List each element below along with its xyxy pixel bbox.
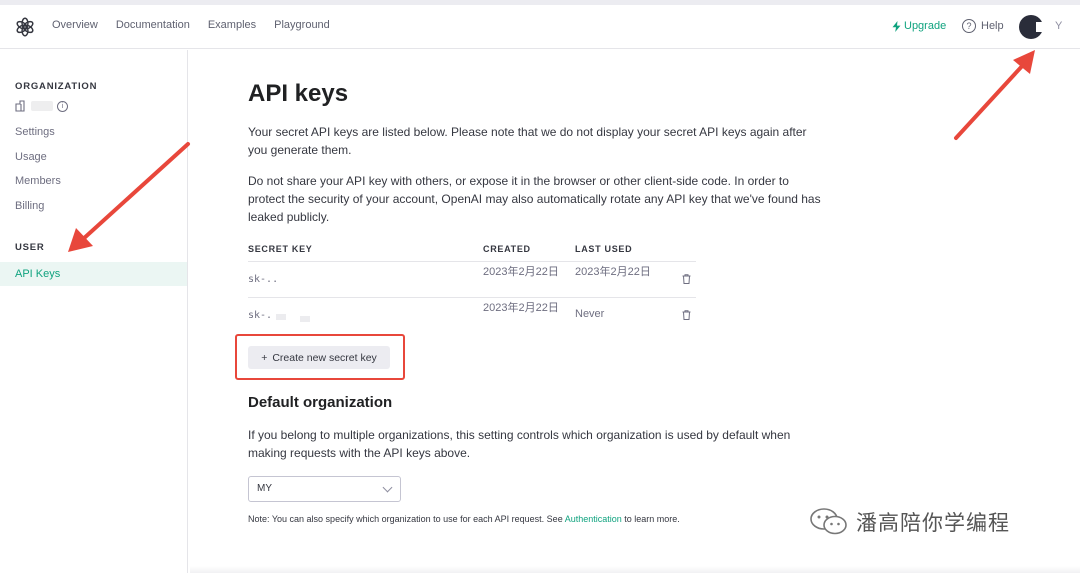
last-used-date: 2023年2月22日 xyxy=(575,266,651,278)
watermark-text: 潘高陪你学编程 xyxy=(856,512,1010,535)
trash-icon[interactable] xyxy=(682,274,691,284)
sidebar: ORGANIZATION i Settings Usage Members Bi… xyxy=(0,50,188,573)
top-nav: Overview Documentation Examples Playgrou… xyxy=(52,19,330,31)
last-used-date: Never xyxy=(575,308,605,320)
org-name-redaction xyxy=(31,101,53,111)
column-created: CREATED xyxy=(483,244,531,254)
wechat-icon xyxy=(810,508,847,535)
page-title: API keys xyxy=(248,80,349,107)
create-secret-key-button[interactable]: + Create new secret key xyxy=(248,346,390,369)
info-icon[interactable]: i xyxy=(57,100,68,112)
sidebar-item-settings[interactable]: Settings xyxy=(15,126,55,138)
trash-icon[interactable] xyxy=(682,310,691,320)
table-divider xyxy=(248,261,696,262)
sidebar-item-usage[interactable]: Usage xyxy=(15,151,47,163)
sidebar-heading-user: USER xyxy=(15,242,45,253)
note-suffix: to learn more. xyxy=(621,514,680,524)
top-header: Overview Documentation Examples Playgrou… xyxy=(0,5,1080,49)
intro-text: Your secret API keys are listed below. P… xyxy=(248,125,807,157)
nav-documentation[interactable]: Documentation xyxy=(116,19,190,31)
authentication-link[interactable]: Authentication xyxy=(565,514,622,524)
column-last-used: LAST USED xyxy=(575,244,633,254)
note-prefix: Note: You can also specify which organiz… xyxy=(248,514,565,524)
arrow-to-avatar xyxy=(954,50,1035,140)
chevron-down-icon xyxy=(382,482,393,493)
sidebar-org-selector[interactable]: i xyxy=(15,100,68,112)
sidebar-item-billing[interactable]: Billing xyxy=(15,200,44,212)
default-organization-title: Default organization xyxy=(248,394,393,411)
sidebar-item-api-keys[interactable]: API Keys xyxy=(0,262,187,286)
openai-logo-icon[interactable] xyxy=(14,16,36,38)
secret-key-value: sk-. xyxy=(248,310,273,321)
lightning-icon xyxy=(892,20,901,32)
column-secret-key: SECRET KEY xyxy=(248,244,313,254)
avatar-redaction xyxy=(1036,22,1046,32)
page: Overview Documentation Examples Playgrou… xyxy=(0,0,1080,573)
watermark: 潘高陪你学编程 xyxy=(808,506,1010,538)
organization-select[interactable]: MY xyxy=(248,476,401,502)
sidebar-item-api-keys-label: API Keys xyxy=(15,268,61,280)
sidebar-item-members[interactable]: Members xyxy=(15,175,61,187)
help-icon: ? xyxy=(962,19,976,33)
nav-overview[interactable]: Overview xyxy=(52,19,98,31)
created-date: 2023年2月22日 xyxy=(483,266,559,278)
sidebar-heading-organization: ORGANIZATION xyxy=(15,81,98,92)
plus-icon: + xyxy=(261,351,268,364)
nav-examples[interactable]: Examples xyxy=(208,19,256,31)
create-secret-key-label: Create new secret key xyxy=(272,351,377,364)
table-divider xyxy=(248,297,696,298)
organization-select-value: MY xyxy=(257,483,272,494)
building-icon xyxy=(15,100,25,112)
authentication-note: Note: You can also specify which organiz… xyxy=(248,514,680,524)
warning-text: Do not share your API key with others, o… xyxy=(248,174,821,224)
created-date: 2023年2月22日 xyxy=(483,302,559,314)
upgrade-link[interactable]: Upgrade xyxy=(892,20,946,32)
help-label: Help xyxy=(981,20,1004,32)
secret-key-value: sk-.. xyxy=(248,274,279,285)
key-redaction xyxy=(276,314,286,320)
bottom-shadow xyxy=(190,566,1080,573)
upgrade-label: Upgrade xyxy=(904,20,947,32)
default-organization-text: If you belong to multiple organizations,… xyxy=(248,428,791,460)
nav-playground[interactable]: Playground xyxy=(274,19,330,31)
user-name-suffix: Y xyxy=(1055,20,1063,32)
key-redaction xyxy=(300,316,310,322)
help-link[interactable]: ? Help xyxy=(962,19,1004,33)
